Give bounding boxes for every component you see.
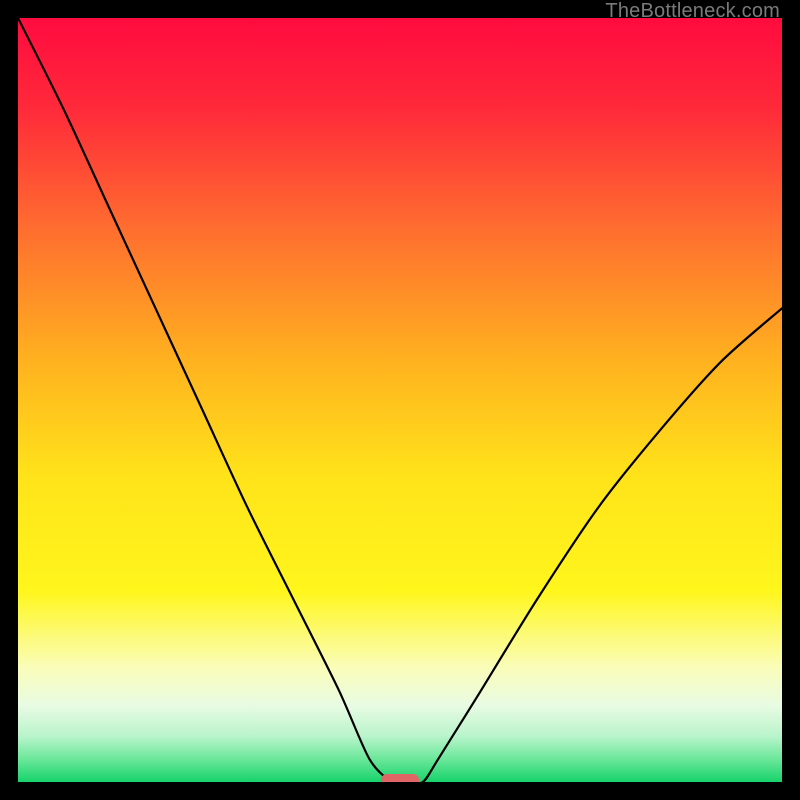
chart-container: TheBottleneck.com (0, 0, 800, 800)
optimal-marker (381, 774, 419, 782)
plot-area (18, 18, 782, 782)
attribution-text: TheBottleneck.com (605, 0, 780, 23)
bottleneck-curve (18, 18, 782, 782)
curve-layer (18, 18, 782, 782)
